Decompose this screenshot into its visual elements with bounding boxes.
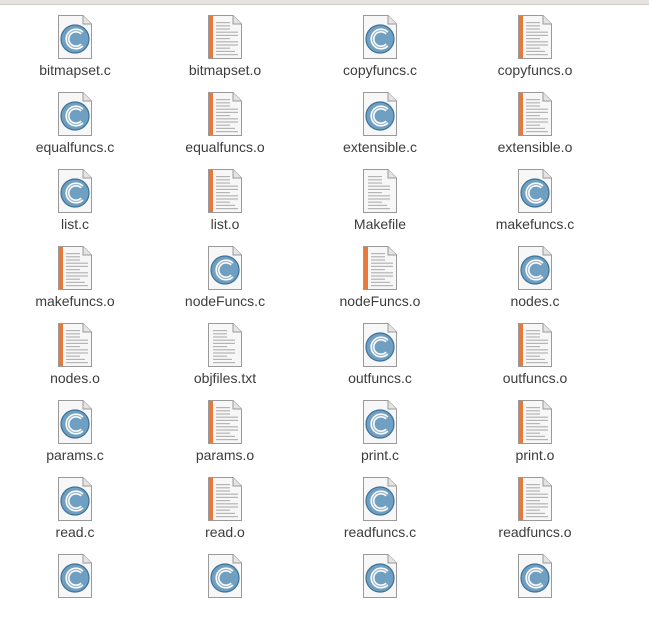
object-file-icon <box>207 476 243 522</box>
file-name-label: nodeFuncs.c <box>184 293 266 309</box>
object-file-icon <box>207 399 243 445</box>
file-name-label: read.c <box>55 524 95 540</box>
file-item-read-c[interactable]: read.c <box>0 466 150 543</box>
c-source-file-icon <box>57 14 93 60</box>
c-source-file-icon <box>517 245 553 291</box>
c-source-file-icon <box>207 245 243 291</box>
file-name-label: bitmapset.o <box>188 62 262 78</box>
file-name-label: print.o <box>515 447 555 463</box>
file-item-makefuncs-c[interactable]: makefuncs.c <box>460 158 610 235</box>
file-item-nodes-c[interactable]: nodes.c <box>460 235 610 312</box>
file-name-label: nodes.c <box>510 293 560 309</box>
file-item-params-o[interactable]: params.o <box>150 389 300 466</box>
c-source-file-icon <box>57 91 93 137</box>
file-item-list-o[interactable]: list.o <box>150 158 300 235</box>
file-name-label: readfuncs.c <box>343 524 417 540</box>
file-name-label: equalfuncs.o <box>185 139 265 155</box>
object-file-icon <box>57 245 93 291</box>
file-icon-grid: bitmapset.c bitmapset.o copyfuncs.c copyfun… <box>0 0 649 598</box>
file-item-list-c[interactable]: list.c <box>0 158 150 235</box>
c-source-file-icon <box>362 322 398 368</box>
file-item-copyfuncs-c[interactable]: copyfuncs.c <box>305 4 455 81</box>
file-name-label: list.c <box>61 216 89 232</box>
file-item-extensible-o[interactable]: extensible.o <box>460 81 610 158</box>
object-file-icon <box>517 399 553 445</box>
c-source-file-icon <box>517 168 553 214</box>
file-name-label: list.o <box>210 216 240 232</box>
file-name-label: equalfuncs.c <box>35 139 115 155</box>
file-item-partial-30[interactable] <box>305 543 455 620</box>
file-item-outfuncs-o[interactable]: outfuncs.o <box>460 312 610 389</box>
c-source-file-icon <box>362 91 398 137</box>
c-source-file-icon <box>57 168 93 214</box>
file-item-print-c[interactable]: print.c <box>305 389 455 466</box>
c-source-file-icon <box>517 553 553 599</box>
c-source-file-icon <box>207 553 243 599</box>
object-file-icon <box>57 322 93 368</box>
file-item-extensible-c[interactable]: extensible.c <box>305 81 455 158</box>
file-name-label: params.c <box>46 447 104 463</box>
file-name-label: extensible.c <box>343 139 417 155</box>
file-name-label: bitmapset.c <box>39 62 111 78</box>
c-source-file-icon <box>57 553 93 599</box>
object-file-icon <box>207 91 243 137</box>
file-item-objfiles-txt[interactable]: objfiles.txt <box>150 312 300 389</box>
file-item-equalfuncs-c[interactable]: equalfuncs.c <box>0 81 150 158</box>
file-item-readfuncs-c[interactable]: readfuncs.c <box>305 466 455 543</box>
file-name-label: outfuncs.c <box>348 370 412 386</box>
file-name-label: outfuncs.o <box>502 370 568 386</box>
file-name-label: copyfuncs.o <box>497 62 573 78</box>
file-name-label: read.o <box>205 524 245 540</box>
file-name-label: extensible.o <box>497 139 573 155</box>
file-item-bitmapset-c[interactable]: bitmapset.c <box>0 4 150 81</box>
file-item-bitmapset-o[interactable]: bitmapset.o <box>150 4 300 81</box>
file-item-copyfuncs-o[interactable]: copyfuncs.o <box>460 4 610 81</box>
file-name-label: params.o <box>195 447 255 463</box>
text-file-icon <box>207 322 243 368</box>
file-name-label: makefuncs.o <box>35 293 115 309</box>
file-item-outfuncs-c[interactable]: outfuncs.c <box>305 312 455 389</box>
object-file-icon <box>517 91 553 137</box>
c-source-file-icon <box>362 14 398 60</box>
file-name-label: objfiles.txt <box>193 370 257 386</box>
object-file-icon <box>362 245 398 291</box>
file-name-label: readfuncs.o <box>498 524 572 540</box>
object-file-icon <box>517 14 553 60</box>
file-item-equalfuncs-o[interactable]: equalfuncs.o <box>150 81 300 158</box>
file-item-nodes-o[interactable]: nodes.o <box>0 312 150 389</box>
file-name-label: nodes.o <box>50 370 100 386</box>
object-file-icon <box>517 476 553 522</box>
text-file-icon <box>362 168 398 214</box>
file-name-label: makefuncs.c <box>495 216 575 232</box>
file-item-partial-31[interactable] <box>460 543 610 620</box>
file-item-params-c[interactable]: params.c <box>0 389 150 466</box>
file-name-label: nodeFuncs.o <box>339 293 421 309</box>
file-name-label: Makefile <box>353 216 407 232</box>
object-file-icon <box>517 322 553 368</box>
object-file-icon <box>207 14 243 60</box>
c-source-file-icon <box>362 399 398 445</box>
file-item-makefile[interactable]: Makefile <box>305 158 455 235</box>
file-name-label: print.c <box>360 447 400 463</box>
file-name-label: copyfuncs.c <box>343 62 417 78</box>
c-source-file-icon <box>57 476 93 522</box>
file-item-nodefuncs-o[interactable]: nodeFuncs.o <box>305 235 455 312</box>
object-file-icon <box>207 168 243 214</box>
c-source-file-icon <box>57 399 93 445</box>
file-item-nodefuncs-c[interactable]: nodeFuncs.c <box>150 235 300 312</box>
c-source-file-icon <box>362 553 398 599</box>
file-item-partial-28[interactable] <box>0 543 150 620</box>
file-item-readfuncs-o[interactable]: readfuncs.o <box>460 466 610 543</box>
file-item-read-o[interactable]: read.o <box>150 466 300 543</box>
file-item-print-o[interactable]: print.o <box>460 389 610 466</box>
c-source-file-icon <box>362 476 398 522</box>
file-item-partial-29[interactable] <box>150 543 300 620</box>
file-item-makefuncs-o[interactable]: makefuncs.o <box>0 235 150 312</box>
